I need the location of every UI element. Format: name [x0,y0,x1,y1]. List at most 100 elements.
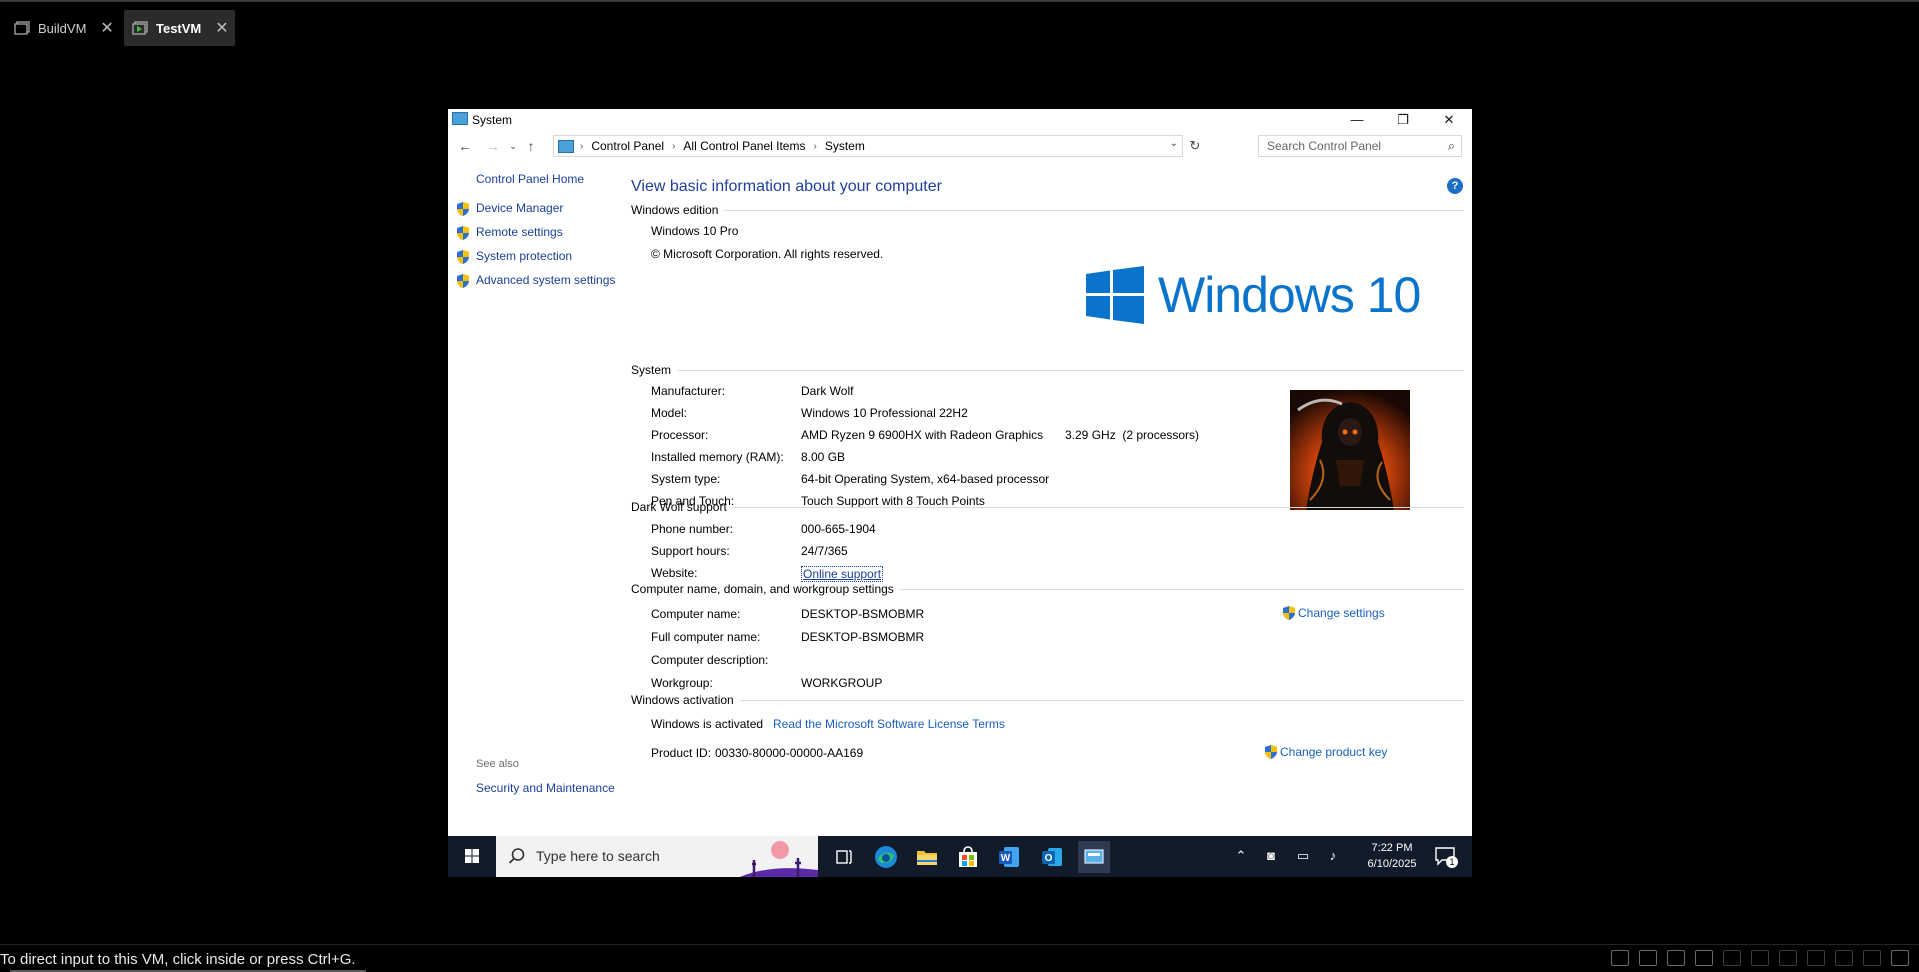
vm-guest-display[interactable]: System — ❐ ✕ ← → ⌄ ↑ › Control Panel › A… [448,109,1472,877]
workgroup-label: Workgroup: [651,676,713,690]
security-maintenance-link[interactable]: Security and Maintenance [476,781,615,795]
uac-shield-icon [457,202,469,216]
model-label: Model: [651,406,688,420]
control-panel-taskbar-icon[interactable] [1078,841,1110,873]
online-support-link[interactable]: Online support [801,566,884,582]
taskbar-search-placeholder: Type here to search [536,848,660,864]
system-protection-link[interactable]: System protection [476,249,572,263]
address-bar[interactable]: › Control Panel › All Control Panel Item… [553,135,1183,157]
device-manager-link[interactable]: Device Manager [476,201,563,215]
section-title: Windows activation [631,693,734,707]
camera-icon[interactable] [1751,950,1769,966]
window-title: System [472,113,513,127]
section-title: Computer name, domain, and workgroup set… [631,582,894,596]
outlook-icon[interactable]: O [1036,841,1068,873]
usb-icon[interactable] [1835,950,1853,966]
restore-button[interactable]: ❐ [1380,109,1426,131]
microsoft-store-icon[interactable] [952,841,984,873]
vm-input-hint: To direct input to this VM, click inside… [0,951,356,968]
product-id-value: 00330-80000-00000-AA169 [715,746,864,760]
chevron-right-icon[interactable]: › [813,141,816,152]
svg-text:O: O [1045,853,1053,864]
volume-icon[interactable]: ♪ [1324,847,1342,865]
section-oem-support: Dark Wolf support [631,500,1464,514]
chevron-up-icon[interactable]: ⌃ [1232,847,1250,865]
breadcrumb-all-items[interactable]: All Control Panel Items [683,139,805,153]
network-adapter-icon[interactable] [1667,950,1685,966]
ram-label: Installed memory (RAM): [651,450,784,464]
vm-status-bar: To direct input to this VM, click inside… [0,944,1919,972]
back-arrow-icon[interactable]: ← [456,137,474,155]
notification-count: 1 [1446,856,1458,868]
product-id-label: Product ID: [651,746,712,760]
wireless-icon[interactable] [1723,950,1741,966]
help-icon[interactable]: ? [1447,178,1463,194]
start-button[interactable] [448,836,496,877]
floppy-icon[interactable] [1779,950,1797,966]
website-label: Website: [651,566,698,580]
recent-locations-chevron-icon[interactable]: ⌄ [504,137,522,155]
section-title: System [631,363,672,377]
vm-tab-testvm[interactable]: TestVM ✕ [124,10,235,46]
vm-device-icons [1611,950,1909,966]
close-icon[interactable]: ✕ [215,18,228,38]
support-hours-label: Support hours: [651,544,730,558]
task-view-icon[interactable] [828,841,860,873]
system-clock[interactable]: 7:22 PM 6/10/2025 [1362,840,1422,872]
close-icon[interactable]: ✕ [100,18,113,38]
see-also-heading: See also [476,758,519,770]
minimize-button[interactable]: — [1334,109,1380,131]
processor-value: AMD Ryzen 9 6900HX with Radeon Graphics [801,428,1044,442]
main-content: ? View basic information about your comp… [631,159,1472,836]
vm-running-icon [132,21,148,35]
advanced-system-settings-link[interactable]: Advanced system settings [476,273,615,287]
forward-arrow-icon[interactable]: → [484,137,502,155]
edition-name: Windows 10 Pro [651,224,739,238]
vm-tab-label: TestVM [156,20,202,36]
windows-start-icon [465,849,479,863]
chevron-right-icon[interactable]: › [672,141,675,152]
control-panel-home-link[interactable]: Control Panel Home [476,172,584,186]
action-center-button[interactable]: 1 [1434,846,1458,868]
printer-icon[interactable] [1807,950,1825,966]
vm-tab-buildvm[interactable]: BuildVM ✕ [6,10,126,46]
change-settings-button[interactable]: Change settings [1282,606,1385,620]
breadcrumb-control-panel[interactable]: Control Panel [591,139,664,153]
windows-logo-text: Windows 10 [1158,267,1421,323]
file-explorer-icon[interactable] [911,841,943,873]
chevron-down-icon[interactable]: ⌄ [1170,138,1178,149]
message-log-icon[interactable] [1891,950,1909,966]
chevron-right-icon[interactable]: › [580,141,583,152]
change-product-key-button[interactable]: Change product key [1264,745,1387,759]
clock-date: 6/10/2025 [1367,858,1417,870]
taskbar-search-box[interactable]: Type here to search [496,836,818,877]
sound-card-icon[interactable] [1695,950,1713,966]
serial-port-icon[interactable] [1863,950,1881,966]
processor-speed: 3.29 GHz (2 processors) [1065,428,1200,442]
license-terms-link[interactable]: Read the Microsoft Software License Term… [773,717,1005,731]
up-arrow-icon[interactable]: ↑ [522,137,540,155]
hard-disk-icon[interactable] [1611,950,1629,966]
section-title: Dark Wolf support [631,500,727,514]
remote-settings-link[interactable]: Remote settings [476,225,563,239]
search-icon[interactable]: ⌕ [1448,138,1455,154]
meet-now-icon[interactable]: ◙ [1262,847,1280,865]
search-highlight-illustration [740,836,818,877]
word-icon[interactable]: W [993,841,1025,873]
network-icon[interactable]: ▭ [1294,847,1312,865]
full-computer-name-value: DESKTOP-BSMOBMR [801,630,925,644]
svg-text:W: W [1001,853,1011,864]
cd-dvd-icon[interactable] [1639,950,1657,966]
support-hours-value: 24/7/365 [801,544,848,558]
search-input[interactable]: Search Control Panel ⌕ [1258,135,1462,157]
phone-value: 000-665-1904 [801,522,876,536]
uac-shield-icon [457,226,469,240]
title-bar[interactable]: System — ❐ ✕ [448,109,1472,131]
refresh-icon[interactable]: ↻ [1186,137,1204,155]
breadcrumb-system[interactable]: System [825,139,865,153]
vm-tab-strip: BuildVM ✕ TestVM ✕ [0,0,1919,48]
control-panel-icon [558,139,574,153]
edge-browser-icon[interactable] [870,841,902,873]
close-button[interactable]: ✕ [1426,109,1472,131]
left-task-pane: Control Panel Home Device Manager Remote… [448,159,648,836]
